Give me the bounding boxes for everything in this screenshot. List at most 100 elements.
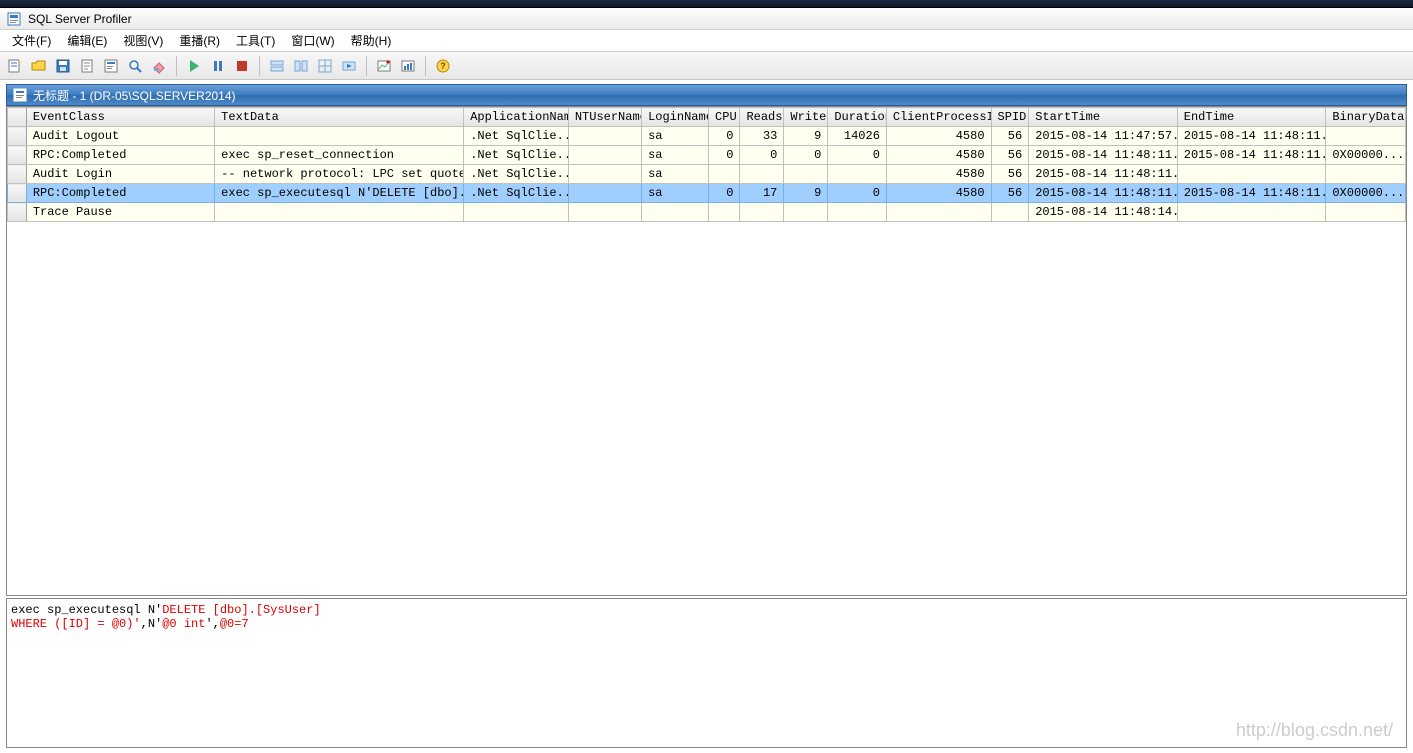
table-row[interactable]: RPC:Completedexec sp_executesql N'DELETE… [8,184,1406,203]
tool5-icon[interactable] [373,55,395,77]
column-header[interactable]: TextData [215,108,464,127]
cell-TextData: -- network protocol: LPC set quote... [215,165,464,184]
titlebar: SQL Server Profiler [0,8,1413,30]
column-header[interactable]: CPU [709,108,740,127]
cell-Writes: 9 [784,127,828,146]
tool6-icon[interactable] [397,55,419,77]
document-titlebar: 无标题 - 1 (DR-05\SQLSERVER2014) [6,84,1407,106]
row-head [8,165,27,184]
open-icon[interactable] [28,55,50,77]
menu-item[interactable]: 编辑(E) [59,30,115,51]
help-icon[interactable]: ? [432,55,454,77]
column-header[interactable]: Reads [740,108,784,127]
column-header[interactable]: Duration [828,108,887,127]
cell-NTUserName [568,146,641,165]
cell-CPU [709,203,740,222]
cell-EndTime [1177,203,1326,222]
trace-grid-panel: EventClassTextDataApplicationNameNTUserN… [6,106,1407,596]
cell-StartTime: 2015-08-14 11:48:11... [1029,146,1178,165]
new-trace-icon[interactable] [4,55,26,77]
cell-ApplicationName: .Net SqlClie... [464,127,569,146]
column-header[interactable]: ClientProcessID [886,108,991,127]
cell-LoginName: sa [642,165,709,184]
row-head [8,203,27,222]
cell-EventClass: Audit Logout [26,127,214,146]
menu-item[interactable]: 视图(V) [115,30,171,51]
group3-icon[interactable] [314,55,336,77]
cell-LoginName: sa [642,146,709,165]
toolbar-separator [366,56,367,76]
cell-Reads: 33 [740,127,784,146]
menu-item[interactable]: 窗口(W) [283,30,342,51]
find-icon[interactable] [124,55,146,77]
column-header[interactable]: EventClass [26,108,214,127]
cell-CPU: 0 [709,146,740,165]
column-header[interactable]: Writes [784,108,828,127]
row-head-corner [8,108,27,127]
cell-BinaryData: 0X00000... [1326,184,1406,203]
column-header[interactable]: StartTime [1029,108,1178,127]
column-header[interactable]: SPID [991,108,1029,127]
cell-TextData: exec sp_reset_connection [215,146,464,165]
cell-StartTime: 2015-08-14 11:48:11... [1029,165,1178,184]
menu-item[interactable]: 重播(R) [171,30,228,51]
cell-SPID: 56 [991,184,1029,203]
cell-EndTime [1177,165,1326,184]
cell-EventClass: Trace Pause [26,203,214,222]
cell-LoginName: sa [642,184,709,203]
cell-BinaryData [1326,127,1406,146]
column-header[interactable]: ApplicationName [464,108,569,127]
document-icon [13,88,27,102]
group4-icon[interactable] [338,55,360,77]
grid-scroll[interactable]: EventClassTextDataApplicationNameNTUserN… [7,107,1406,595]
cell-ApplicationName [464,203,569,222]
column-header[interactable]: EndTime [1177,108,1326,127]
cell-SPID: 56 [991,165,1029,184]
cell-Duration: 14026 [828,127,887,146]
cell-Duration: 0 [828,184,887,203]
menu-item[interactable]: 帮助(H) [343,30,400,51]
document-title: 无标题 - 1 (DR-05\SQLSERVER2014) [33,87,236,104]
column-header[interactable]: NTUserName [568,108,641,127]
cell-EventClass: RPC:Completed [26,184,214,203]
table-row[interactable]: RPC:Completedexec sp_reset_connection.Ne… [8,146,1406,165]
pause-icon[interactable] [207,55,229,77]
cell-CPU: 0 [709,127,740,146]
cell-BinaryData [1326,165,1406,184]
cell-StartTime: 2015-08-14 11:48:11... [1029,184,1178,203]
toolbar-separator [425,56,426,76]
menu-item[interactable]: 文件(F) [4,30,59,51]
table-row[interactable]: Trace Pause 2015-08-14 11:48:14... [8,203,1406,222]
play-icon[interactable] [183,55,205,77]
cell-Writes: 9 [784,184,828,203]
file-icon[interactable] [76,55,98,77]
eraser-icon[interactable] [148,55,170,77]
cell-NTUserName [568,127,641,146]
cell-CPU: 0 [709,184,740,203]
detail-text-pane[interactable]: exec sp_executesql N'DELETE [dbo].[SysUs… [6,598,1407,748]
table-row[interactable]: Audit Logout.Net SqlClie...sa03391402645… [8,127,1406,146]
table-row[interactable]: Audit Login-- network protocol: LPC set … [8,165,1406,184]
toolbar-separator [176,56,177,76]
svg-text:?: ? [440,61,446,71]
stop-icon[interactable] [231,55,253,77]
cell-Duration [828,165,887,184]
app-icon [6,11,22,27]
menu-item[interactable]: 工具(T) [228,30,283,51]
cell-Duration [828,203,887,222]
group1-icon[interactable] [266,55,288,77]
toolbar-separator [259,56,260,76]
cell-BinaryData: 0X00000... [1326,146,1406,165]
row-head [8,146,27,165]
menubar: 文件(F)编辑(E)视图(V)重播(R)工具(T)窗口(W)帮助(H) [0,30,1413,52]
cell-TextData: exec sp_executesql N'DELETE [dbo].[... [215,184,464,203]
cell-StartTime: 2015-08-14 11:47:57... [1029,127,1178,146]
group2-icon[interactable] [290,55,312,77]
cell-StartTime: 2015-08-14 11:48:14... [1029,203,1178,222]
column-header[interactable]: BinaryData [1326,108,1406,127]
save-icon[interactable] [52,55,74,77]
column-header[interactable]: LoginName [642,108,709,127]
cell-BinaryData [1326,203,1406,222]
properties-icon[interactable] [100,55,122,77]
row-head [8,184,27,203]
